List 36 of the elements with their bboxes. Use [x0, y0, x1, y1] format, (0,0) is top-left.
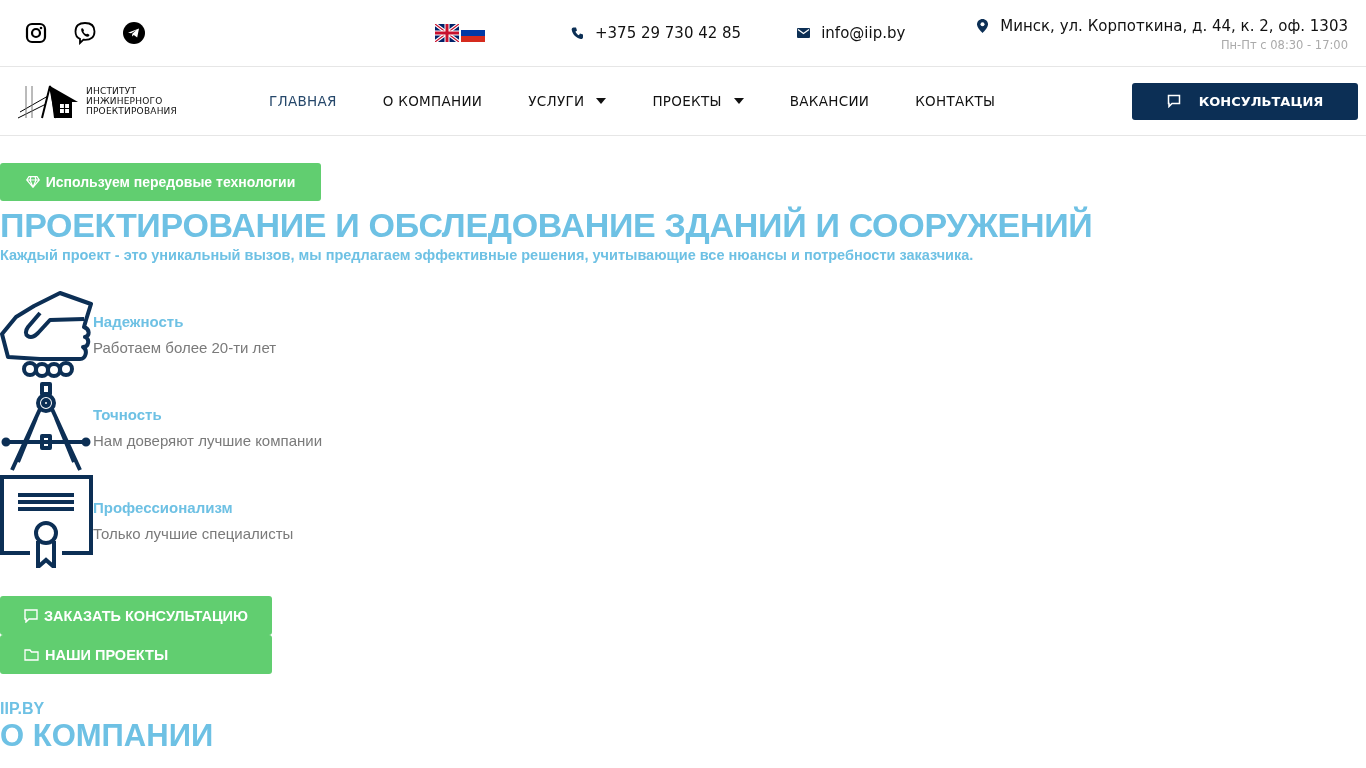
phone-icon [571, 26, 584, 40]
logo-text: ПРОЕКТИРОВАНИЯ [86, 106, 177, 116]
telegram-icon[interactable] [123, 22, 145, 44]
nav-item[interactable]: УСЛУГИ [528, 93, 607, 109]
folder-icon [24, 648, 39, 661]
email-link[interactable]: info@iip.by [821, 24, 906, 42]
chat-icon [24, 608, 38, 623]
consultation-button[interactable]: КОНСУЛЬТАЦИЯ [1132, 82, 1358, 120]
nav-item[interactable]: ГЛАВНАЯ [269, 93, 337, 109]
hero-title: ПРОЕКТИРОВАНИЕ И ОБСЛЕДОВАНИЕ ЗДАНИЙ И СООРУЖЕНИЙ [0, 205, 1093, 246]
section-title: О КОМПАНИИ [0, 718, 214, 754]
certificate-icon [0, 475, 93, 568]
feature-description: Работаем более 20-ти лет [93, 339, 277, 356]
nav-item[interactable]: О КОМПАНИИ [382, 93, 483, 109]
viber-icon[interactable] [73, 21, 97, 45]
phone-number[interactable]: +375 29 730 42 85 [595, 24, 742, 42]
logo-text: ИНСТИТУТ [86, 86, 138, 96]
nav-item[interactable]: ВАКАНСИИ [789, 93, 870, 109]
chat-icon [1166, 94, 1181, 108]
section-eyebrow: IIP.BY [0, 700, 45, 718]
nav-item[interactable]: КОНТАКТЫ [915, 93, 996, 109]
envelope-icon [797, 28, 811, 38]
location-pin-icon [977, 18, 989, 33]
hero-subtitle: Каждый проект - это уникальный вызов, мы предлагаем эффективные решения, учитывающие все нюансы и потребности заказчика. [0, 247, 974, 263]
feature-title: Профессионализм [93, 499, 234, 516]
logo-text: ИНЖИНЕРНОГО [86, 96, 164, 106]
feature-description: Нам доверяют лучшие компании [93, 432, 323, 449]
instagram-icon[interactable] [25, 22, 47, 44]
working-hours: Пн-Пт с 08:30 - 17:00 [1220, 37, 1348, 52]
address-text: Минск, ул. Корпоткина, д. 44, к. 2, оф. 1303 [1000, 16, 1348, 35]
feature-description: Только лучшие специалисты [93, 525, 294, 542]
english-flag-icon[interactable] [435, 24, 459, 42]
diamond-icon [25, 176, 40, 188]
feature-title: Надежность [93, 313, 185, 330]
nav-item[interactable]: ПРОЕКТЫ [652, 93, 744, 109]
feature-title: Точность [93, 406, 163, 423]
